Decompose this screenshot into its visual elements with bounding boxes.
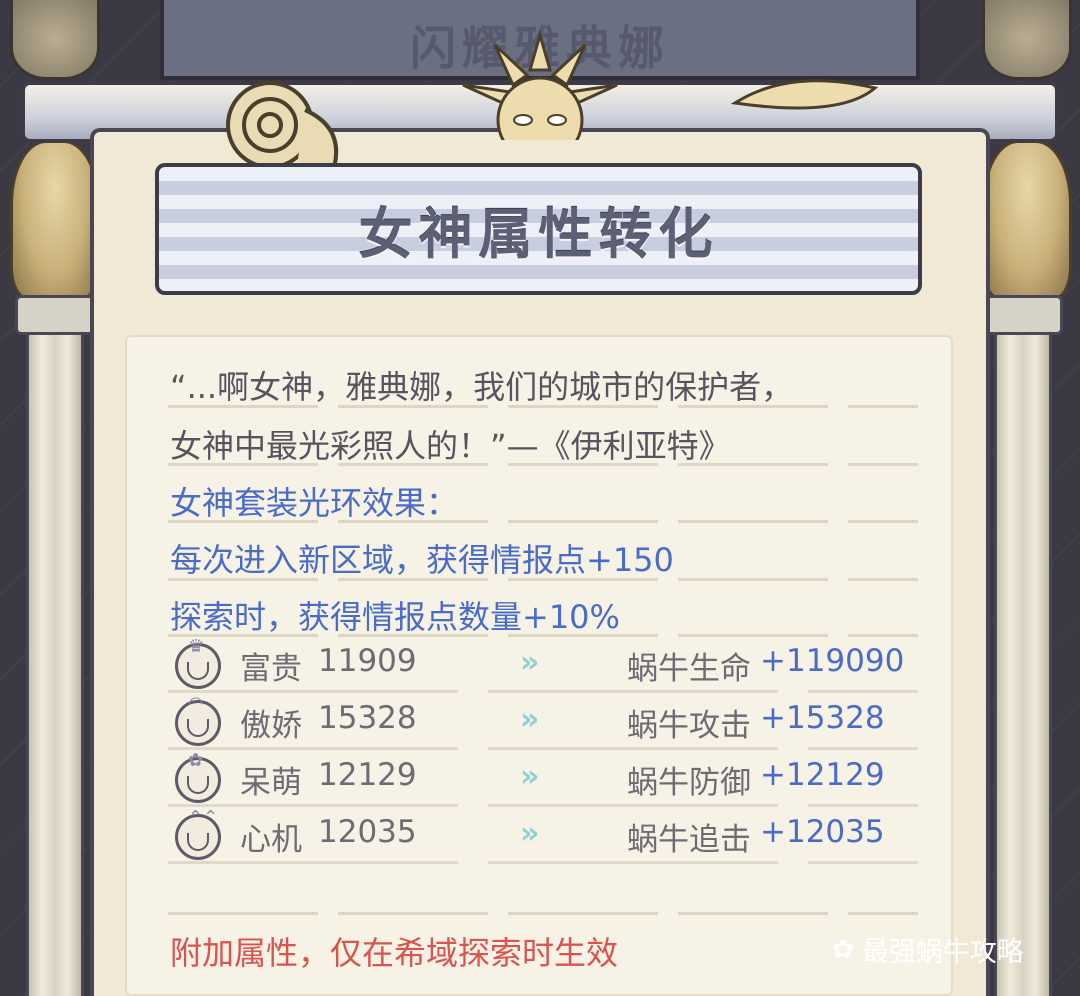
attribute-value: 11909 [318, 643, 417, 679]
corner-statue-left [10, 0, 100, 80]
goddess-bust-right-icon [982, 140, 1072, 300]
divider [168, 520, 918, 523]
pillar-left [26, 300, 84, 996]
cute-face-icon: ✿ [175, 750, 221, 803]
stat-name: 蜗牛追击 [627, 822, 751, 858]
sun-ornament-icon [462, 30, 618, 140]
double-chevron-right-icon: » [520, 645, 540, 680]
leaf-ornament-icon [730, 79, 879, 110]
pillar-capital-right [983, 295, 1063, 335]
pillar-right [994, 300, 1052, 996]
pillar-capital-left [15, 295, 95, 335]
conversion-row: ✿ 呆萌 12129 » 蜗牛防御 +12129 [175, 750, 915, 807]
quote-line-2: 女神中最光彩照人的！”—《伊利亚特》 [170, 427, 731, 465]
double-chevron-right-icon: » [520, 702, 540, 737]
page-title: 女神属性转化 [358, 202, 719, 266]
watermark-text: 最强蜗牛攻略 [861, 937, 1024, 968]
attribute-value: 12129 [318, 757, 417, 793]
conversion-row: ◠ 傲娇 15328 » 蜗牛攻击 +15328 [175, 693, 915, 750]
attribute-value: 15328 [318, 700, 417, 736]
wechat-icon: ✿ [832, 934, 854, 965]
set-effect-1: 每次进入新区域，获得情报点+150 [170, 541, 674, 579]
divider [168, 690, 918, 693]
divider [168, 463, 918, 466]
attribute-name: 心机 [240, 822, 302, 858]
divider [168, 578, 918, 581]
double-chevron-right-icon: » [520, 816, 540, 851]
stat-bonus: +119090 [760, 643, 905, 679]
divider [168, 405, 918, 408]
watermark: ✿ 最强蜗牛攻略 [832, 930, 1024, 969]
attribute-name: 傲娇 [240, 708, 302, 744]
stat-bonus: +12035 [760, 814, 885, 850]
stat-name: 蜗牛攻击 [627, 708, 751, 744]
quote-line-1: “...啊女神，雅典娜，我们的城市的保护者， [170, 368, 794, 406]
set-effect-heading: 女神套装光环效果： [170, 484, 459, 522]
stat-bonus: +12129 [760, 757, 885, 793]
attribute-value: 12035 [318, 814, 417, 850]
divider [168, 804, 918, 807]
stat-bonus: +15328 [760, 700, 885, 736]
divider [168, 634, 918, 637]
divider [168, 747, 918, 750]
crown-face-icon: ♛ [175, 636, 221, 689]
halo-face-icon: ◠ [175, 693, 221, 746]
stat-name: 蜗牛防御 [627, 765, 751, 801]
stat-name: 蜗牛生命 [627, 651, 751, 687]
horn-face-icon: ⌃⌃ [175, 807, 221, 860]
goddess-bust-left-icon [10, 140, 100, 300]
conversion-row: ⌃⌃ 心机 12035 » 蜗牛追击 +12035 [175, 807, 915, 864]
attribute-name: 呆萌 [240, 765, 302, 801]
footer-note: 附加属性，仅在希域探索时生效 [170, 934, 619, 972]
set-effect-2: 探索时，获得情报点数量+10% [170, 598, 620, 636]
conversion-row: ♛ 富贵 11909 » 蜗牛生命 +119090 [175, 636, 915, 693]
corner-statue-right [982, 0, 1072, 80]
double-chevron-right-icon: » [520, 759, 540, 794]
title-banner: 女神属性转化 [155, 163, 922, 295]
divider [168, 912, 918, 915]
attribute-name: 富贵 [240, 651, 302, 687]
divider [168, 861, 918, 864]
